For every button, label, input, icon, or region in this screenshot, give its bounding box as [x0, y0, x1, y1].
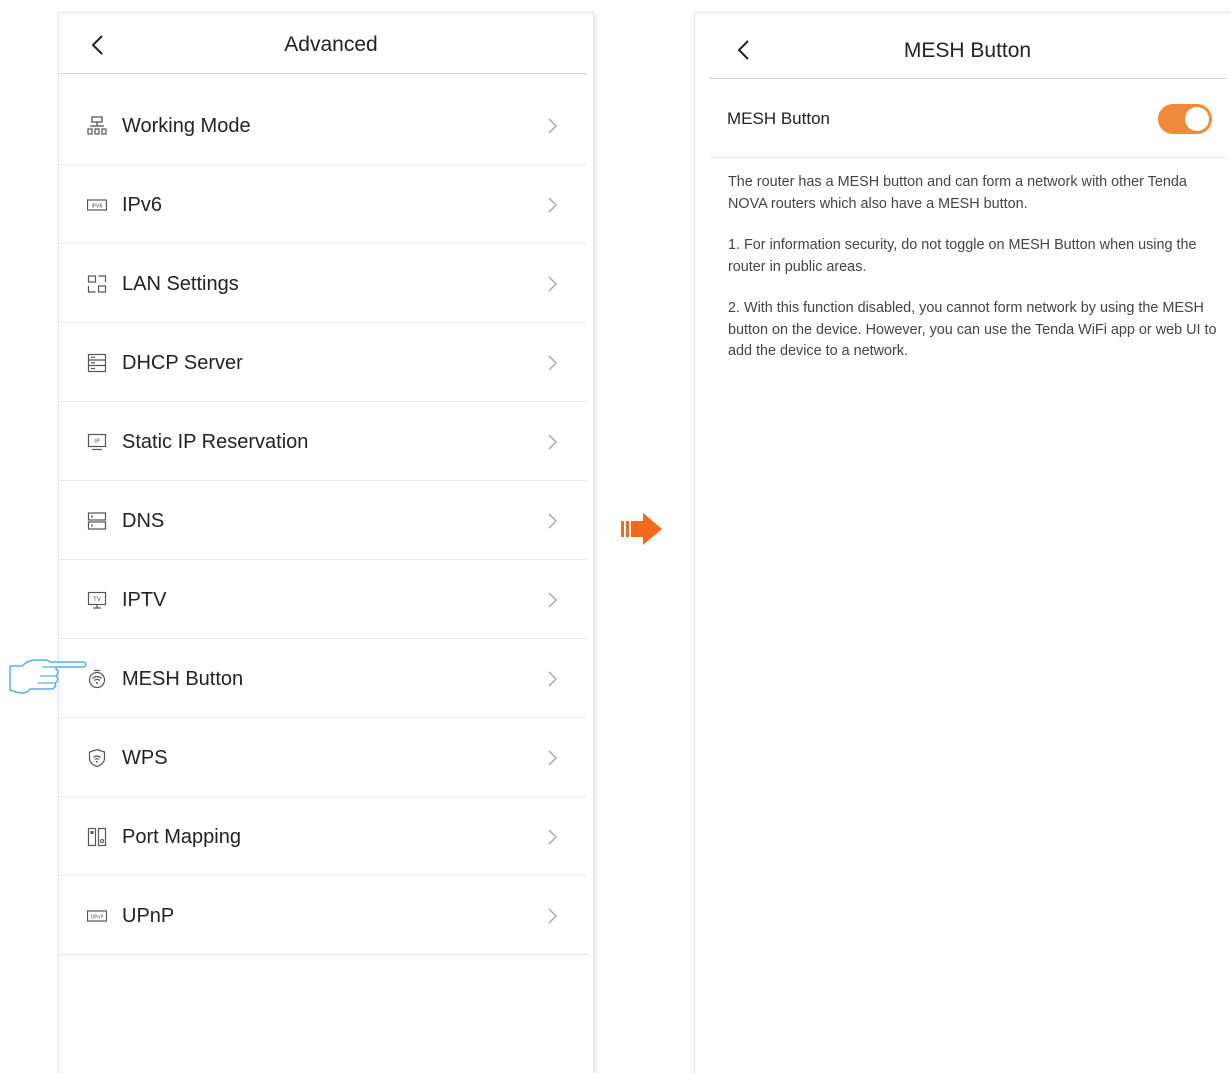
- menu-item-ipv6[interactable]: IPV6 IPv6: [59, 165, 587, 244]
- iptv-icon: TV: [87, 591, 107, 609]
- toggle-knob: [1185, 107, 1209, 131]
- mesh-toggle-row: MESH Button: [709, 79, 1226, 158]
- menu-item-label: DNS: [122, 510, 165, 532]
- static-ip-icon: IP: [87, 433, 107, 451]
- lan-settings-icon: [87, 275, 107, 293]
- advanced-header: Advanced: [59, 13, 587, 74]
- menu-item-label: UPnP: [122, 905, 175, 927]
- menu-item-iptv[interactable]: TV IPTV: [59, 560, 587, 639]
- svg-text:TV: TV: [92, 596, 102, 603]
- menu-item-label: IPv6: [122, 194, 163, 216]
- description-paragraph: 2. With this function disabled, you cann…: [728, 300, 1217, 359]
- chevron-right-icon: [548, 434, 558, 450]
- menu-item-mesh-button[interactable]: MESH Button: [59, 639, 587, 718]
- chevron-right-icon: [548, 908, 558, 924]
- chevron-right-icon: [548, 829, 558, 845]
- mesh-button-toggle[interactable]: [1158, 104, 1212, 134]
- mesh-header: MESH Button: [709, 13, 1226, 79]
- menu-item-label: Working Mode: [122, 115, 251, 137]
- chevron-right-icon: [548, 513, 558, 529]
- chevron-right-icon: [548, 750, 558, 766]
- page-title: MESH Button: [903, 39, 1032, 62]
- mesh-description: The router has a MESH button and can for…: [728, 172, 1226, 383]
- svg-text:IPV6: IPV6: [91, 204, 102, 210]
- next-arrow-icon: [621, 513, 662, 545]
- chevron-right-icon: [548, 592, 558, 608]
- chevron-right-icon: [548, 197, 558, 213]
- mesh-toggle-label: MESH Button: [727, 109, 830, 128]
- menu-item-label: Port Mapping: [122, 826, 241, 848]
- menu-item-working-mode[interactable]: Working Mode: [59, 86, 587, 165]
- menu-item-upnp[interactable]: UPnP UPnP: [59, 876, 587, 955]
- description-paragraph: The router has a MESH button and can for…: [728, 174, 1187, 212]
- menu-item-wps[interactable]: WPS: [59, 718, 587, 797]
- working-mode-icon: [87, 116, 107, 135]
- menu-item-lan-settings[interactable]: LAN Settings: [59, 244, 587, 323]
- pointing-hand-icon: [9, 659, 87, 694]
- wps-icon: [88, 748, 106, 768]
- menu-item-dns[interactable]: DNS: [59, 481, 587, 560]
- menu-item-label: WPS: [122, 747, 168, 769]
- chevron-right-icon: [548, 355, 558, 371]
- page-title: Advanced: [284, 33, 378, 56]
- upnp-icon: UPnP: [87, 910, 107, 922]
- menu-item-dhcp-server[interactable]: DHCP Server: [59, 323, 587, 402]
- description-paragraph: 1. For information security, do not togg…: [728, 237, 1197, 275]
- dhcp-server-icon: [87, 353, 107, 373]
- menu-item-label: LAN Settings: [122, 273, 239, 295]
- advanced-menu: Working Mode IPV6 IPv6 LAN Settings DHCP…: [59, 86, 587, 955]
- chevron-right-icon: [548, 671, 558, 687]
- menu-item-port-mapping[interactable]: Port Mapping: [59, 797, 587, 876]
- dns-icon: [87, 512, 107, 530]
- mesh-button-screen: MESH Button MESH Button The router has a…: [694, 12, 1231, 1073]
- advanced-screen: Advanced Working Mode IPV6 IPv6 LAN Sett…: [58, 12, 594, 1073]
- chevron-right-icon: [548, 118, 558, 134]
- chevron-right-icon: [548, 276, 558, 292]
- menu-item-label: DHCP Server: [122, 352, 243, 374]
- svg-text:IP: IP: [94, 438, 100, 445]
- port-mapping-icon: [87, 827, 107, 847]
- menu-item-label: Static IP Reservation: [122, 431, 309, 453]
- menu-item-label: MESH Button: [122, 668, 244, 690]
- menu-item-label: IPTV: [122, 589, 167, 611]
- svg-text:UPnP: UPnP: [91, 915, 104, 921]
- mesh-icon: [88, 669, 106, 689]
- menu-item-static-ip-reservation[interactable]: IP Static IP Reservation: [59, 402, 587, 481]
- ipv6-icon: IPV6: [87, 199, 107, 211]
